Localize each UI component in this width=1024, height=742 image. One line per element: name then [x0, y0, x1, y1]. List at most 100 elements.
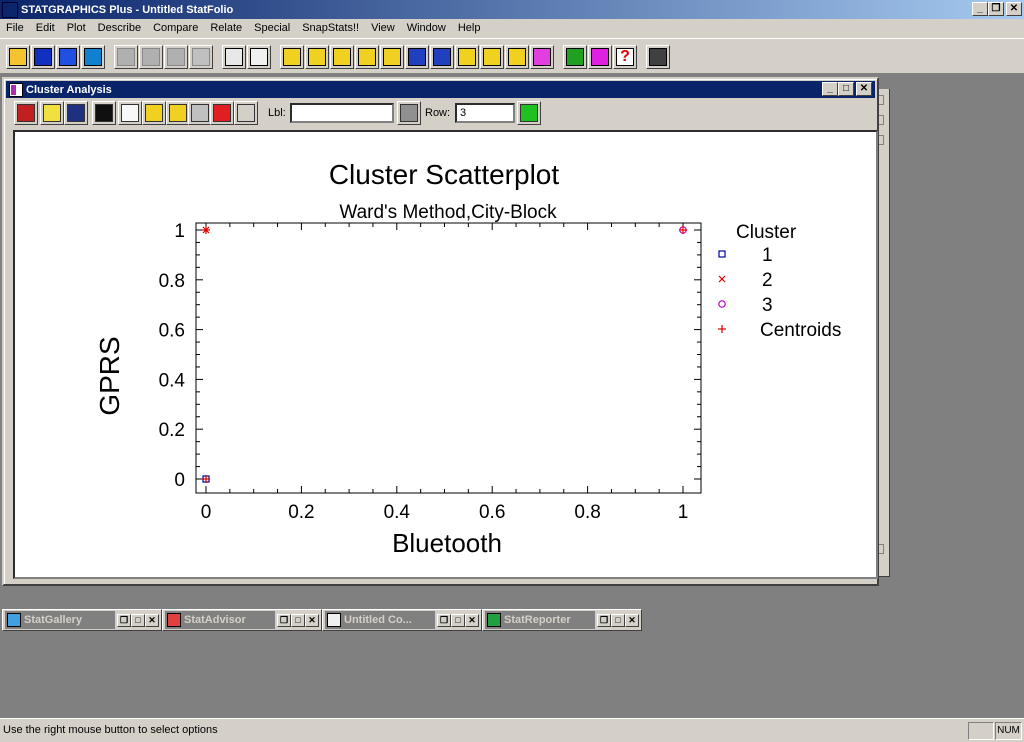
xyz-icon[interactable]: [355, 45, 379, 69]
print-preview-icon[interactable]: [247, 45, 271, 69]
trend-icon[interactable]: [455, 45, 479, 69]
restore-button[interactable]: ❐: [117, 613, 131, 627]
status-cell: [968, 722, 994, 740]
analysis-options-icon[interactable]: [40, 101, 64, 125]
legend-marker-plus: [718, 325, 726, 333]
x-tick-label: 1: [678, 502, 689, 523]
menu-plot[interactable]: Plot: [61, 19, 92, 38]
status-text: Use the right mouse button to select opt…: [3, 724, 218, 736]
menu-edit[interactable]: Edit: [30, 19, 61, 38]
restore-button[interactable]: ❐: [277, 613, 291, 627]
maximize-button[interactable]: □: [611, 613, 625, 627]
help-icon[interactable]: ?: [613, 45, 637, 69]
app-minimize-button[interactable]: _: [972, 2, 988, 16]
legend-label: Centroids: [760, 320, 841, 341]
menu-special[interactable]: Special: [248, 19, 296, 38]
wave-icon[interactable]: [405, 45, 429, 69]
globe-icon[interactable]: [480, 45, 504, 69]
statgallery-icon: [7, 613, 21, 627]
window-resize-edge[interactable]: [6, 579, 875, 585]
app-title-bar: STATGRAPHICS Plus - Untitled StatFolio _…: [0, 0, 1024, 19]
x-tick-label: 0.2: [288, 502, 314, 523]
print-icon[interactable]: [222, 45, 246, 69]
menu-compare[interactable]: Compare: [147, 19, 204, 38]
binoculars-locate-icon[interactable]: [397, 101, 421, 125]
maximize-button[interactable]: □: [451, 613, 465, 627]
statadvisor-icon[interactable]: [563, 45, 587, 69]
calculator-grid-icon[interactable]: [56, 45, 80, 69]
statadvisor-icon: [167, 613, 181, 627]
restore-button[interactable]: ❐: [597, 613, 611, 627]
minimized-statgallery[interactable]: StatGallery ❐ □ ✕: [2, 609, 162, 631]
cluster-analysis-icon[interactable]: [9, 82, 23, 97]
menu-view[interactable]: View: [365, 19, 401, 38]
label-input[interactable]: [290, 103, 394, 123]
close-button[interactable]: ✕: [625, 613, 639, 627]
statgraphics-app-icon[interactable]: [2, 1, 18, 18]
menu-bar: File Edit Plot Describe Compare Relate S…: [0, 19, 1024, 38]
maximize-button[interactable]: □: [131, 613, 145, 627]
copy-icon[interactable]: [139, 45, 163, 69]
undo-icon[interactable]: [189, 45, 213, 69]
app-close-button[interactable]: ✕: [1006, 2, 1022, 16]
menu-snapstats[interactable]: SnapStats!!: [296, 19, 365, 38]
step-icon[interactable]: [505, 45, 529, 69]
child-minimize-button[interactable]: _: [822, 82, 838, 96]
close-button[interactable]: ✕: [305, 613, 319, 627]
maximize-button[interactable]: □: [291, 613, 305, 627]
x-tick-label: 0: [201, 502, 212, 523]
matrix-icon[interactable]: [380, 45, 404, 69]
data-points: [202, 226, 687, 483]
jitter-icon[interactable]: [210, 101, 234, 125]
tables-icon[interactable]: [64, 101, 88, 125]
y-tick-label: 0.4: [159, 370, 186, 391]
cluster-scatterplot[interactable]: Cluster Scatterplot Ward's Method,City-B…: [15, 132, 876, 577]
close-button[interactable]: ✕: [465, 613, 479, 627]
wizard-icon[interactable]: [588, 45, 612, 69]
statreporter-icon: [487, 613, 501, 627]
menu-describe[interactable]: Describe: [92, 19, 147, 38]
child-close-button[interactable]: ✕: [856, 82, 872, 96]
paste-icon[interactable]: [164, 45, 188, 69]
chart-pane[interactable]: Cluster Scatterplot Ward's Method,City-B…: [13, 130, 878, 579]
app-restore-button[interactable]: ❐: [988, 2, 1004, 16]
histogram-icon[interactable]: [330, 45, 354, 69]
pane-options-icon[interactable]: [142, 101, 166, 125]
row-input[interactable]: [455, 103, 515, 123]
input-dialog-icon[interactable]: [14, 101, 38, 125]
graph-options-icon[interactable]: [166, 101, 190, 125]
x-axis-label: Bluetooth: [392, 528, 502, 558]
binoculars-search-icon[interactable]: [517, 101, 541, 125]
normal-dist-icon[interactable]: [430, 45, 454, 69]
menu-help[interactable]: Help: [452, 19, 487, 38]
num-lock-indicator: NUM: [995, 722, 1022, 740]
exclude-icon[interactable]: [188, 101, 212, 125]
plot-frame: [195, 222, 702, 494]
open-icon[interactable]: [6, 45, 30, 69]
save-data-icon[interactable]: [81, 45, 105, 69]
legend-marker-x: [718, 275, 726, 283]
glm-icon[interactable]: [530, 45, 554, 69]
save-icon[interactable]: [31, 45, 55, 69]
x-tick-label: 0.4: [384, 502, 411, 523]
menu-window[interactable]: Window: [401, 19, 452, 38]
x-tick-label: 0.6: [479, 502, 505, 523]
graphs-icon[interactable]: [92, 101, 116, 125]
minimized-statreporter[interactable]: StatReporter ❐ □ ✕: [482, 609, 642, 631]
cut-icon[interactable]: [114, 45, 138, 69]
identify-icon[interactable]: [234, 101, 258, 125]
y-tick-label: 0: [174, 470, 185, 491]
restore-button[interactable]: ❐: [437, 613, 451, 627]
minimized-comments[interactable]: Untitled Co... ❐ □ ✕: [322, 609, 482, 631]
boxplot-icon[interactable]: [305, 45, 329, 69]
close-button[interactable]: ✕: [145, 613, 159, 627]
menu-relate[interactable]: Relate: [204, 19, 248, 38]
legend: 1 2 3 Centroids: [718, 245, 841, 341]
calculator-icon[interactable]: [646, 45, 670, 69]
label-field-caption: Lbl:: [268, 107, 286, 119]
minimized-statadvisor[interactable]: StatAdvisor ❐ □ ✕: [162, 609, 322, 631]
scatter-icon[interactable]: [280, 45, 304, 69]
menu-file[interactable]: File: [0, 19, 30, 38]
child-maximize-button[interactable]: □: [838, 82, 854, 96]
save-results-icon[interactable]: [118, 101, 142, 125]
